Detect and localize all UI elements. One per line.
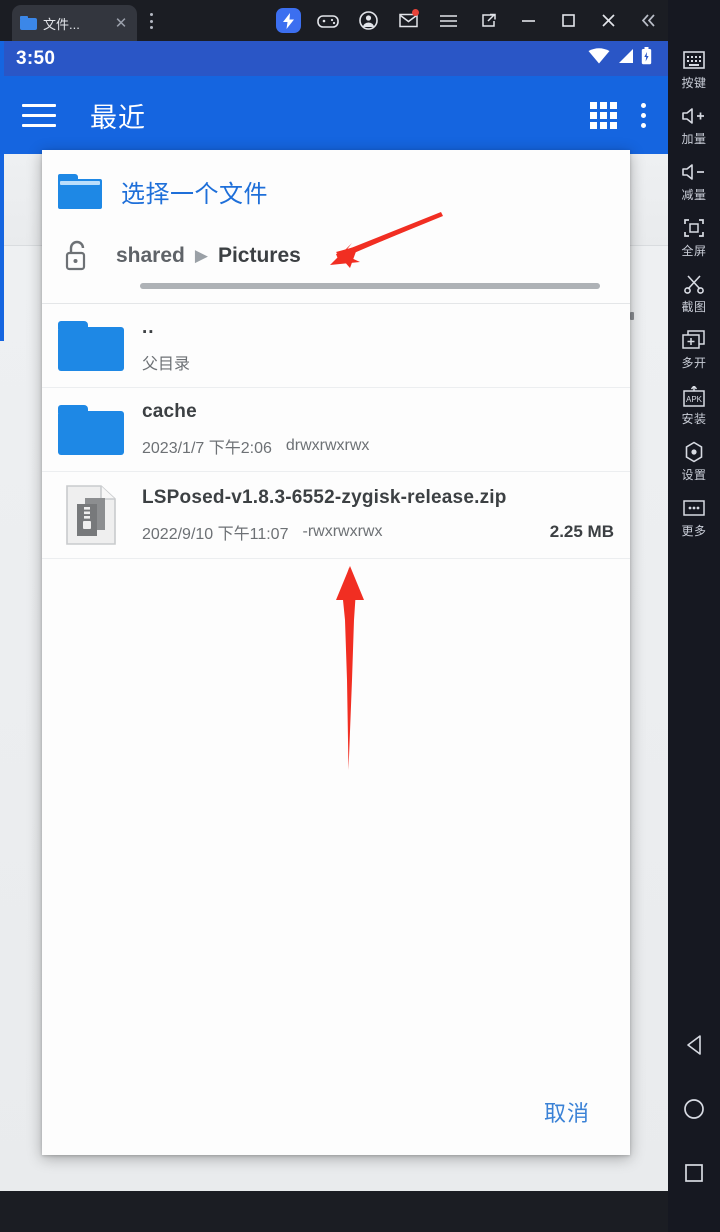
notification-badge	[412, 9, 419, 16]
collapse-icon[interactable]	[668, 0, 720, 41]
file-picker-dialog: 选择一个文件 shared ▶ Pictures .. 父目录 cache 20…	[42, 150, 630, 1155]
volume-down-icon	[681, 161, 707, 183]
hamburger-menu-icon[interactable]	[22, 103, 56, 127]
breadcrumb-item-shared[interactable]: shared	[116, 244, 185, 268]
account-icon[interactable]	[348, 0, 388, 41]
minimize-icon[interactable]	[508, 0, 548, 41]
folder-icon	[58, 174, 102, 209]
browser-tab[interactable]: 文件... ✕	[12, 5, 137, 41]
android-recents-icon[interactable]	[679, 1158, 709, 1188]
wifi-icon	[588, 48, 610, 69]
kebab-menu-icon[interactable]	[143, 11, 159, 31]
sidebar-label: 截图	[681, 300, 707, 314]
file-permissions: -rwxrwxrwx	[302, 522, 383, 540]
app-toolbar: 最近	[0, 76, 668, 154]
scissors-screenshot-icon	[683, 273, 705, 295]
file-date: 父目录	[142, 356, 191, 373]
sidebar-item-screenshot[interactable]: 截图	[668, 265, 720, 321]
grid-view-icon[interactable]	[590, 101, 617, 129]
sidebar-item-multi-instance[interactable]: 多开	[668, 321, 720, 377]
folder-icon	[58, 404, 124, 455]
file-size: 2.25 MB	[549, 521, 614, 541]
maximize-icon[interactable]	[548, 0, 588, 41]
close-window-icon[interactable]	[588, 0, 628, 41]
overflow-menu-icon[interactable]	[641, 102, 646, 128]
accent-edge	[0, 41, 4, 341]
file-name: ..	[142, 317, 155, 338]
file-list: .. 父目录 cache 2023/1/7 下午2:06 drwxrwxrwx	[42, 304, 630, 559]
background-marker	[630, 312, 634, 320]
sidebar-label: 加量	[681, 132, 707, 146]
android-back-icon[interactable]	[679, 1030, 709, 1060]
lightning-boost-icon[interactable]	[268, 0, 308, 41]
sidebar-label: 全屏	[681, 244, 707, 258]
fullscreen-icon	[683, 217, 705, 239]
list-item[interactable]: cache 2023/1/7 下午2:06 drwxrwxrwx	[42, 388, 630, 472]
breadcrumb: shared ▶ Pictures	[42, 209, 630, 273]
emulator-sidebar: 按键 加量 减量 全屏 截图 多开 APK 安装 设置 更多	[668, 0, 720, 1232]
sidebar-item-fullscreen[interactable]: 全屏	[668, 209, 720, 265]
file-name: cache	[142, 401, 197, 422]
menu-icon[interactable]	[428, 0, 468, 41]
svg-text:APK: APK	[686, 395, 703, 404]
android-statusbar: 3:50	[0, 41, 668, 76]
sidebar-item-volume-up[interactable]: 加量	[668, 97, 720, 153]
sidebar-label: 设置	[681, 468, 707, 482]
settings-icon	[683, 441, 705, 463]
close-icon[interactable]: ✕	[113, 16, 129, 31]
file-date: 2022/9/10 下午11:07	[142, 525, 289, 543]
sidebar-label: 更多	[681, 524, 707, 538]
horizontal-scrollbar[interactable]	[140, 283, 600, 289]
collapse-sidebar-icon[interactable]	[628, 0, 668, 41]
file-permissions: drwxrwxrwx	[285, 437, 370, 454]
volume-up-icon	[681, 105, 707, 127]
multi-instance-icon	[682, 329, 706, 351]
keyboard-icon	[683, 49, 705, 71]
tab-title: 文件...	[43, 16, 80, 32]
sidebar-label: 减量	[681, 188, 707, 202]
sidebar-item-more[interactable]: 更多	[668, 489, 720, 545]
window-controls	[268, 0, 668, 41]
sidebar-item-apk-install[interactable]: APK 安装	[668, 377, 720, 433]
screen-root: 文件... ✕ 3:50 最近 选择一个文件 shared ▶ Pictures…	[0, 0, 720, 1232]
more-icon	[682, 497, 706, 519]
folder-icon	[20, 16, 37, 30]
signal-icon	[617, 48, 634, 69]
sidebar-item-settings[interactable]: 设置	[668, 433, 720, 489]
gamepad-icon[interactable]	[308, 0, 348, 41]
battery-icon	[641, 47, 652, 70]
file-date: 2023/1/7 下午2:06	[142, 440, 272, 457]
folder-icon	[58, 320, 124, 371]
file-name: LSPosed-v1.8.3-6552-zygisk-release.zip	[142, 486, 507, 508]
dialog-title: 选择一个文件	[121, 181, 268, 208]
sidebar-item-keyboard[interactable]: 按键	[668, 41, 720, 97]
sidebar-label: 多开	[681, 356, 707, 370]
sidebar-label: 按键	[681, 76, 707, 90]
mail-icon[interactable]	[388, 0, 428, 41]
cancel-button[interactable]: 取消	[534, 1088, 600, 1136]
window-bottombar	[0, 1191, 668, 1232]
dialog-actions: 取消	[42, 1069, 630, 1155]
android-home-icon[interactable]	[679, 1094, 709, 1124]
window-titlebar: 文件... ✕	[0, 0, 668, 41]
apk-install-icon: APK	[682, 385, 706, 407]
restore-window-icon[interactable]	[468, 0, 508, 41]
chevron-right-icon: ▶	[194, 246, 208, 265]
unlock-icon[interactable]	[62, 239, 92, 273]
android-nav-buttons	[679, 1030, 709, 1232]
page-title: 最近	[90, 102, 146, 133]
list-item[interactable]: LSPosed-v1.8.3-6552-zygisk-release.zip 2…	[42, 472, 630, 559]
sidebar-label: 安装	[681, 412, 707, 426]
dialog-header: 选择一个文件	[42, 150, 630, 209]
breadcrumb-item-pictures[interactable]: Pictures	[218, 244, 301, 268]
list-item[interactable]: .. 父目录	[42, 304, 630, 388]
zip-file-icon	[63, 484, 119, 546]
status-clock: 3:50	[16, 47, 56, 69]
sidebar-item-volume-down[interactable]: 减量	[668, 153, 720, 209]
